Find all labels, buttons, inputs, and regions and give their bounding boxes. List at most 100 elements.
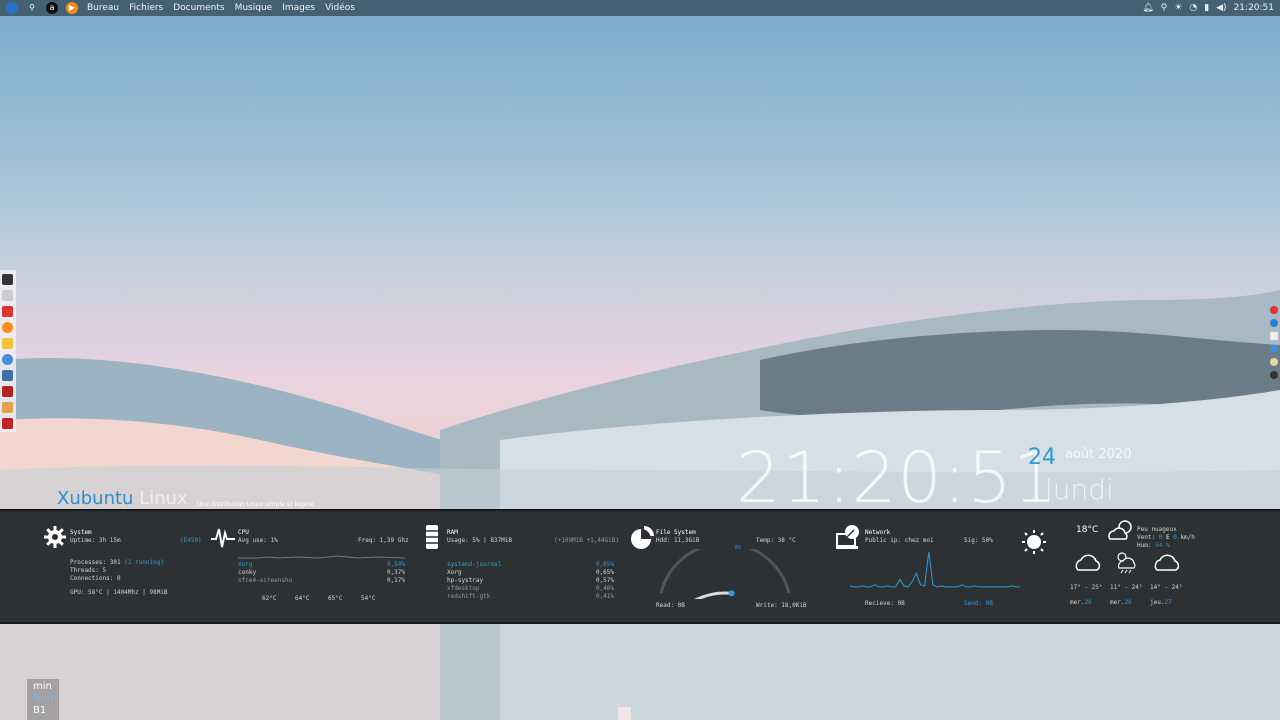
satellite-icon	[836, 525, 859, 549]
fs-gauge-marker	[728, 590, 735, 597]
files-icon[interactable]	[2, 370, 13, 381]
panel-clock[interactable]: 21:20:51	[1234, 0, 1274, 16]
places-documents[interactable]: Documents	[173, 0, 224, 16]
brand-main: Xubuntu	[57, 488, 134, 509]
ram-swap: (+109MiB +1,44GiB)	[554, 537, 620, 544]
wifi-icon[interactable]: ◔	[1189, 0, 1197, 16]
right-dock	[1268, 303, 1280, 391]
forecast-range: 14° - 24°	[1150, 584, 1183, 591]
shield-icon[interactable]	[1270, 371, 1278, 379]
ram-proc-val: 0,41%	[595, 593, 614, 600]
forecast-day-num: 27	[1164, 599, 1172, 606]
cpu-proc-val: 0,54%	[386, 561, 405, 568]
places-videos[interactable]: Vidéos	[325, 0, 355, 16]
weather-condition: Peu nuageux	[1137, 526, 1177, 533]
crown-icon[interactable]	[2, 338, 13, 349]
places-fichiers[interactable]: Fichiers	[129, 0, 163, 16]
archive-icon[interactable]	[2, 402, 13, 413]
notification-bell-icon[interactable]: 🔔︎	[1142, 0, 1153, 16]
net-public-ip: Public ip: chez moi	[865, 537, 934, 544]
top-panel: ⚲ a ▶ Bureau Fichiers Documents Musique …	[0, 0, 1280, 16]
fs-gauge	[659, 549, 791, 599]
system-connections: Connections: 0	[70, 575, 121, 582]
note-icon[interactable]	[1270, 332, 1278, 340]
net-send: Send: 0B	[964, 600, 993, 607]
forecast-range: 17° - 25°	[1070, 584, 1103, 591]
wind-label: Vent:	[1137, 534, 1156, 541]
fs-read: Read: 0B	[656, 602, 685, 609]
system-gpu: GPU: 58°C | 1404Mhz | 98MiB	[70, 589, 168, 596]
humidity-label: Hum:	[1137, 542, 1152, 549]
system-host: (E450)	[180, 537, 202, 544]
ram-title: RAM	[447, 529, 458, 536]
chromium-icon[interactable]	[2, 354, 13, 365]
fs-write: Write: 18,0KiB	[756, 602, 807, 609]
panel-right: 🔔︎ ⚲ ☀ ◔ ▮ ◀) 21:20:51	[1135, 0, 1274, 16]
alert-icon[interactable]	[1270, 306, 1278, 314]
net-receive: Recieve: 0B	[865, 600, 905, 607]
firefox-icon[interactable]	[2, 322, 13, 333]
ram-proc-val: 0,05%	[595, 561, 614, 568]
weather-wind: Vent: 0 E 0 km/h	[1137, 534, 1195, 541]
status-line-min: min	[33, 681, 52, 692]
cpu-proc-val: 0,17%	[386, 577, 405, 584]
volume-icon[interactable]: ◀)	[1216, 0, 1226, 16]
battery-icon[interactable]: ▮	[1204, 0, 1209, 16]
gear-icon	[44, 526, 66, 548]
ram-proc-name: xfdesktop	[447, 585, 480, 592]
bluetooth-icon[interactable]	[1270, 319, 1278, 327]
cpu-title: CPU	[238, 529, 249, 536]
update-icon[interactable]	[1270, 345, 1278, 353]
system-processes: Processes: 301 (1 running)	[70, 559, 164, 566]
terminal-icon[interactable]	[2, 274, 13, 285]
places-bureau[interactable]: Bureau	[87, 0, 119, 16]
brightness-icon[interactable]: ☀	[1174, 0, 1182, 16]
places-musique[interactable]: Musique	[235, 0, 273, 16]
forecast-day-name: jeu.	[1150, 599, 1165, 606]
panel-settings-icon[interactable]	[2, 290, 13, 301]
clipboard-icon[interactable]	[1270, 358, 1278, 366]
date-month: août 2020	[1065, 447, 1132, 462]
cpu-proc-name: conky	[238, 569, 257, 576]
antenna-icon[interactable]: ⚲	[26, 2, 38, 14]
ram-icon	[426, 525, 438, 549]
net-graph	[850, 551, 1020, 588]
cpu-proc-val: 0,37%	[386, 569, 405, 576]
desktop-clock: 21:20:51	[736, 437, 1059, 519]
weather-temp: 18°C	[1076, 525, 1099, 535]
app-red-icon[interactable]	[2, 386, 13, 397]
ram-proc-name: redshift-gtk	[447, 593, 491, 600]
partly-cloudy-icon	[1108, 520, 1132, 540]
cpu-core-temp: 62°C	[262, 595, 277, 602]
bottom-panel-handle[interactable]	[618, 707, 631, 720]
media-player-icon[interactable]: ▶	[66, 2, 78, 14]
cpu-avg: Avg use: 1%	[238, 537, 278, 544]
brand-title: Xubuntu Linux	[57, 488, 188, 509]
date-day: 24	[1028, 445, 1056, 470]
weather-humidity: Hum: 54 %	[1137, 542, 1170, 549]
forecast-day-num: 26	[1124, 599, 1132, 606]
cpu-proc-name: Xorg	[238, 561, 253, 568]
system-uptime: Uptime: 3h 15m	[70, 537, 121, 544]
cpu-pulse-icon	[211, 528, 235, 548]
status-line-num: Num	[33, 693, 57, 704]
system-threads: Threads: 5	[70, 567, 107, 574]
fs-hdd: Hdd: 11,3GiB	[656, 537, 700, 544]
location-icon[interactable]: ⚲	[1161, 0, 1168, 16]
system-title: System	[70, 529, 92, 536]
app-a-icon[interactable]: a	[46, 2, 58, 14]
whisker-menu-icon[interactable]	[6, 2, 18, 14]
fs-temp: Temp: 38 °C	[756, 537, 796, 544]
cpu-graph	[238, 555, 405, 559]
fs-gauge-label: 8%	[735, 545, 742, 551]
wind-speed: 0	[1173, 534, 1177, 541]
places-images[interactable]: Images	[282, 0, 315, 16]
ram-proc-name: hp-systray	[447, 577, 484, 584]
pie-icon	[631, 526, 654, 549]
forecast-day-name: mer.	[1070, 599, 1085, 606]
desktop: ⚲ a ▶ Bureau Fichiers Documents Musique …	[0, 0, 1280, 720]
cpu-core-temp: 65°C	[328, 595, 343, 602]
rain-sun-icon	[1117, 552, 1136, 574]
pdf-icon[interactable]	[2, 418, 13, 429]
vivaldi-icon[interactable]	[2, 306, 13, 317]
